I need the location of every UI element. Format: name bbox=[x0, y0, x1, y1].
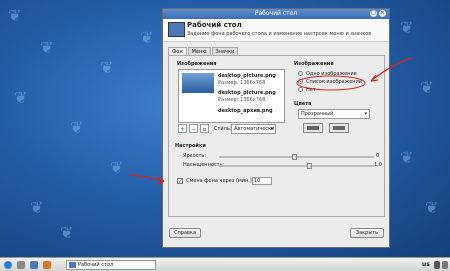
image-size: Размер: 1366x768 bbox=[218, 97, 266, 103]
keyboard-layout-indicator[interactable]: us bbox=[422, 261, 430, 268]
single-image-radio[interactable] bbox=[298, 71, 303, 76]
butterfly-icon: ❦ bbox=[420, 78, 434, 97]
brightness-slider-handle[interactable] bbox=[292, 154, 297, 160]
butterfly-icon: ❦ bbox=[70, 118, 84, 137]
saturation-slider-handle[interactable] bbox=[307, 163, 312, 169]
no-image-option[interactable]: Нет bbox=[306, 87, 316, 93]
image-name[interactable]: desktop_архив.png bbox=[218, 108, 273, 114]
image-mode-label: Изображение bbox=[294, 61, 334, 67]
color-swatch-1[interactable] bbox=[303, 123, 323, 133]
butterfly-icon: ❦ bbox=[400, 18, 414, 37]
saturation-value: 1,0 bbox=[374, 162, 382, 168]
butterfly-icon: ❦ bbox=[14, 88, 28, 107]
brightness-label: Яркость: bbox=[183, 153, 207, 159]
butterfly-icon: ❦ bbox=[8, 6, 22, 25]
window-titlebar[interactable]: Рабочий стол ▢ ✕ bbox=[163, 9, 389, 19]
close-label: Закрыть bbox=[355, 230, 379, 236]
window-title: Рабочий стол bbox=[254, 10, 298, 17]
image-list-option[interactable]: Список изображений bbox=[306, 79, 362, 85]
network-icon[interactable] bbox=[434, 261, 440, 269]
chevron-down-icon: ▾ bbox=[364, 111, 367, 117]
saturation-slider[interactable] bbox=[219, 165, 374, 167]
change-interval-spinner[interactable]: 10 bbox=[252, 177, 272, 185]
clear-list-button[interactable]: ▫ bbox=[200, 124, 209, 133]
butterfly-icon: ❦ bbox=[30, 198, 44, 217]
butterfly-icon: ❦ bbox=[110, 158, 124, 177]
colors-label: Цвета bbox=[294, 101, 312, 107]
butterfly-icon: ❦ bbox=[100, 58, 114, 77]
file-manager-icon[interactable] bbox=[30, 261, 38, 269]
add-image-button[interactable]: + bbox=[178, 124, 187, 133]
volume-icon[interactable] bbox=[442, 261, 448, 269]
single-image-option[interactable]: Одно изображение bbox=[306, 71, 357, 77]
butterfly-icon: ❦ bbox=[425, 198, 439, 217]
background-tab-panel: Изображения desktop_picture.png Размер: … bbox=[168, 55, 385, 217]
style-select[interactable]: Автоматически ▾ bbox=[231, 124, 276, 134]
brightness-value: 0 bbox=[376, 153, 380, 159]
style-value: Автоматически bbox=[234, 126, 275, 132]
header-subtitle: Задание фона рабочего стола и изменение … bbox=[187, 31, 372, 37]
image-list-radio[interactable] bbox=[298, 79, 303, 84]
taskbar-item-label: Рабочий стол bbox=[78, 262, 114, 268]
image-thumbnail[interactable] bbox=[182, 73, 214, 93]
chevron-down-icon: ▾ bbox=[270, 126, 273, 132]
image-list[interactable]: desktop_picture.png Размер: 1366x768 des… bbox=[178, 69, 285, 123]
image-size: Размер: 1366x768 bbox=[218, 80, 266, 86]
change-background-label: Смена фона через (мин.): bbox=[186, 178, 254, 184]
butterfly-icon: ❦ bbox=[400, 148, 414, 167]
color-swatch-2[interactable] bbox=[329, 123, 349, 133]
desktop-app-icon bbox=[168, 22, 185, 37]
browser-icon[interactable] bbox=[43, 261, 51, 269]
style-label: Стиль: bbox=[214, 126, 232, 132]
help-label: Справка bbox=[173, 230, 197, 236]
remove-image-button[interactable]: − bbox=[189, 124, 198, 133]
butterfly-icon: ❦ bbox=[140, 28, 154, 47]
color-mode-select[interactable]: Прозрачный ▾ bbox=[298, 109, 370, 119]
butterfly-icon: ❦ bbox=[60, 223, 74, 242]
change-background-checkbox[interactable]: ✓ bbox=[177, 178, 183, 185]
maximize-icon[interactable]: ▢ bbox=[370, 10, 377, 17]
taskbar: Рабочий стол us bbox=[0, 257, 450, 271]
desktop-settings-window: Рабочий стол ▢ ✕ Рабочий стол Задание фо… bbox=[162, 8, 390, 248]
desktop-app-icon bbox=[69, 262, 76, 268]
header-title: Рабочий стол bbox=[187, 21, 242, 29]
close-button[interactable]: Закрыть bbox=[350, 228, 384, 238]
start-menu-icon[interactable] bbox=[4, 261, 12, 269]
color-mode-value: Прозрачный bbox=[301, 111, 334, 117]
taskbar-item-desktop[interactable]: Рабочий стол bbox=[66, 260, 156, 270]
window-header: Рабочий стол Задание фона рабочего стола… bbox=[163, 19, 389, 42]
butterfly-icon: ❦ bbox=[40, 38, 54, 57]
help-button[interactable]: Справка bbox=[169, 228, 201, 238]
change-interval-value: 10 bbox=[254, 178, 261, 184]
settings-section-label: Настройки bbox=[175, 143, 206, 149]
image-name[interactable]: desktop_picture.png bbox=[218, 73, 276, 79]
images-section-label: Изображения bbox=[177, 61, 217, 67]
no-image-radio[interactable] bbox=[298, 87, 303, 92]
show-desktop-icon[interactable] bbox=[17, 261, 25, 269]
image-name[interactable]: desktop_picture.png bbox=[218, 90, 276, 96]
close-icon[interactable]: ✕ bbox=[379, 10, 386, 17]
